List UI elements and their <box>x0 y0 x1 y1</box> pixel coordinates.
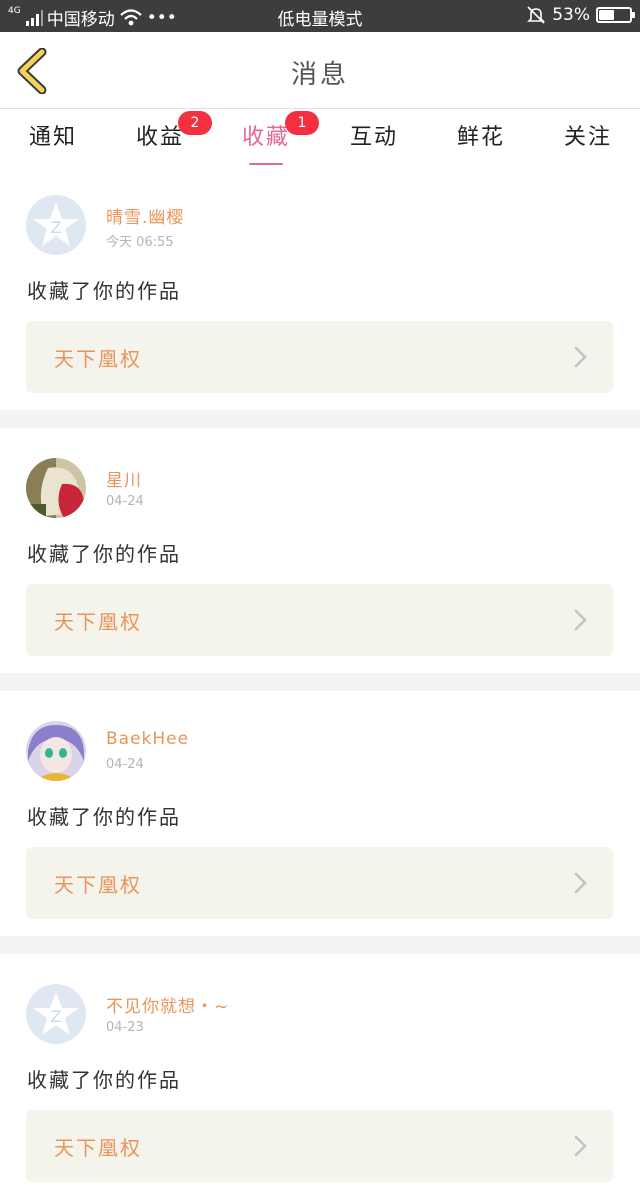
chevron-right-icon <box>574 609 587 631</box>
tab-label: 收益 <box>135 125 184 150</box>
work-title: 天下凰权 <box>54 610 142 634</box>
message-time: 04-23 <box>106 1020 144 1035</box>
status-bar: 4G 中国移动 ••• 低电量模式 53% <box>0 0 640 32</box>
page-title: 消息 <box>290 60 349 90</box>
tab-interactions[interactable]: 互动 <box>329 119 419 165</box>
work-link[interactable]: 天下凰权 <box>26 584 613 656</box>
battery-percent: 53% <box>552 5 590 25</box>
chevron-right-icon <box>574 346 587 368</box>
photo-avatar-image <box>26 458 86 518</box>
tab-label: 互动 <box>349 125 398 150</box>
message-list: Z 晴雪.幽樱 今天 06:55 收藏了你的作品 天下凰权 星川 04-24 收… <box>0 165 640 1199</box>
message-text: 收藏了你的作品 <box>27 805 181 829</box>
tab-favorites[interactable]: 收藏 1 <box>221 111 319 167</box>
default-avatar-icon: Z <box>26 195 86 255</box>
bell-muted-icon <box>527 6 546 24</box>
avatar[interactable] <box>26 458 86 518</box>
unread-badge: 1 <box>285 111 319 135</box>
avatar[interactable] <box>26 721 86 781</box>
message-card: BaekHee 04-24 收藏了你的作品 天下凰权 <box>0 691 640 936</box>
message-time: 04-24 <box>106 494 144 509</box>
divider <box>0 936 640 954</box>
wifi-icon <box>119 8 142 25</box>
work-link[interactable]: 天下凰权 <box>26 1110 613 1182</box>
carrier-name: 中国移动 <box>46 10 115 30</box>
message-card: 星川 04-24 收藏了你的作品 天下凰权 <box>0 428 640 673</box>
user-name[interactable]: 晴雪.幽樱 <box>106 203 184 228</box>
tab-follows[interactable]: 关注 <box>543 119 633 165</box>
tab-label: 关注 <box>563 125 612 150</box>
work-title: 天下凰权 <box>54 873 142 897</box>
nav-bar: 消息 <box>0 32 640 109</box>
svg-text:Z: Z <box>51 218 62 237</box>
battery-fill <box>599 10 614 20</box>
unread-badge: 2 <box>178 111 212 135</box>
divider <box>0 410 640 428</box>
tab-notifications[interactable]: 通知 <box>8 119 98 165</box>
back-arrow-icon <box>17 47 47 95</box>
user-name[interactable]: 星川 <box>106 466 142 491</box>
message-time: 今天 06:55 <box>106 235 174 250</box>
work-link[interactable]: 天下凰权 <box>26 847 613 919</box>
user-name[interactable]: 不见你就想・~ <box>106 992 229 1017</box>
status-left: 4G 中国移动 ••• <box>8 5 177 31</box>
message-card: Z 晴雪.幽樱 今天 06:55 收藏了你的作品 天下凰权 <box>0 165 640 410</box>
battery-icon <box>596 7 635 23</box>
message-card: Z 不见你就想・~ 04-23 收藏了你的作品 天下凰权 <box>0 954 640 1199</box>
more-dots: ••• <box>146 7 177 28</box>
tab-label: 鲜花 <box>456 125 505 150</box>
message-text: 收藏了你的作品 <box>27 542 181 566</box>
work-link[interactable]: 天下凰权 <box>26 321 613 393</box>
signal-icon <box>25 9 43 26</box>
work-title: 天下凰权 <box>54 1136 142 1160</box>
user-name[interactable]: BaekHee <box>106 729 189 749</box>
svg-text:Z: Z <box>51 1007 62 1026</box>
work-title: 天下凰权 <box>54 347 142 371</box>
default-avatar-icon: Z <box>26 984 86 1044</box>
avatar[interactable]: Z <box>26 984 86 1044</box>
message-text: 收藏了你的作品 <box>27 1068 181 1092</box>
tab-bar: 通知 收益 2 收藏 1 互动 鲜花 关注 <box>0 109 640 167</box>
anime-avatar-image <box>26 721 86 781</box>
avatar[interactable]: Z <box>26 195 86 255</box>
network-type: 4G <box>8 6 21 16</box>
tab-label: 通知 <box>28 125 77 150</box>
back-button[interactable] <box>14 47 54 95</box>
tab-label: 收藏 <box>241 125 290 150</box>
tab-earnings[interactable]: 收益 2 <box>115 111 212 165</box>
chevron-right-icon <box>574 872 587 894</box>
status-right: 53% <box>526 5 635 25</box>
message-text: 收藏了你的作品 <box>27 279 181 303</box>
tab-flowers[interactable]: 鲜花 <box>436 119 526 165</box>
message-time: 04-24 <box>106 757 144 772</box>
divider <box>0 673 640 691</box>
